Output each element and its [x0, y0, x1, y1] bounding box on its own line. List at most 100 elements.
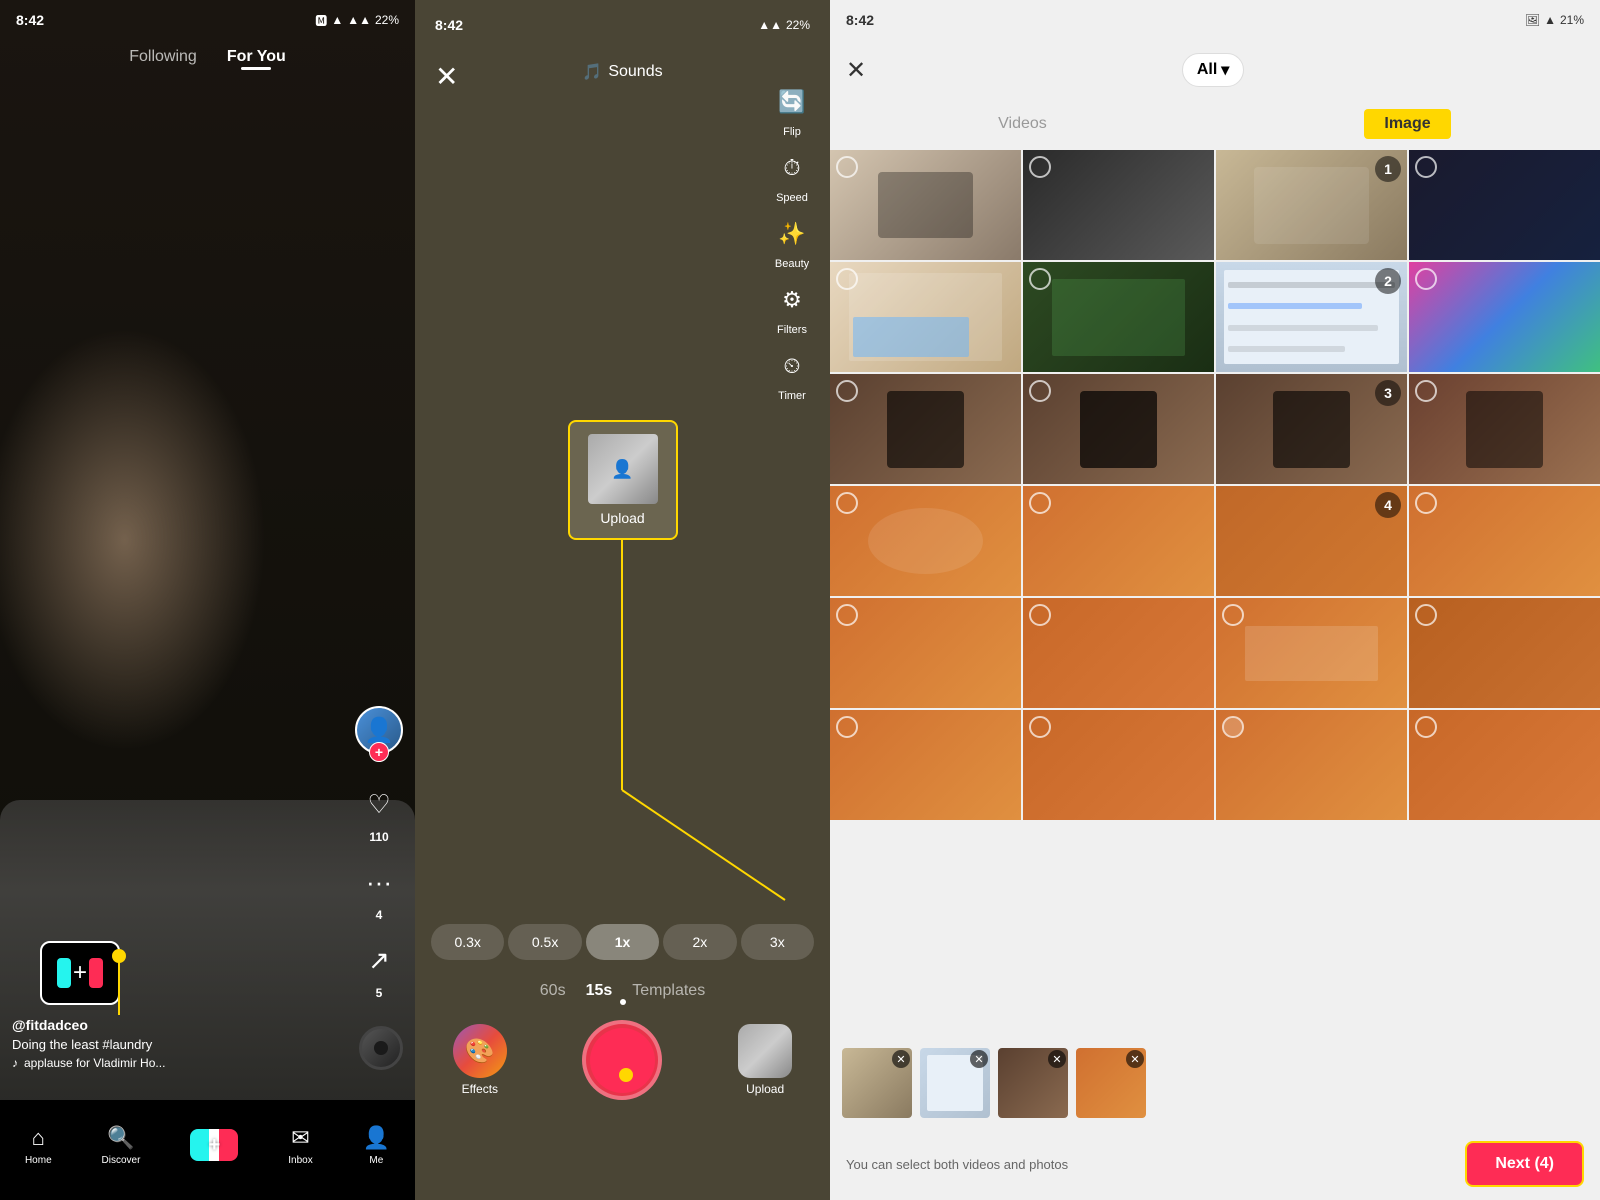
cell-select-14[interactable] [1029, 492, 1051, 514]
nav-inbox[interactable]: ✉ Inbox [288, 1125, 312, 1166]
tiktok-create-button[interactable]: + [40, 941, 120, 1005]
grid-cell-23[interactable] [1216, 710, 1407, 820]
templates-tab[interactable]: Templates [632, 982, 705, 1000]
cell-select-20[interactable] [1415, 604, 1437, 626]
grid-cell-14[interactable] [1023, 486, 1214, 596]
grid-cell-6[interactable] [1023, 262, 1214, 372]
grid-cell-5[interactable] [830, 262, 1021, 372]
grid-cell-24[interactable] [1409, 710, 1600, 820]
sounds-button[interactable]: 🎵 Sounds [582, 62, 662, 82]
selected-thumb-1[interactable]: ✕ [842, 1048, 912, 1118]
nav-profile[interactable]: 👤 Me [363, 1125, 390, 1166]
cell-select-8[interactable] [1415, 268, 1437, 290]
all-dropdown-button[interactable]: All ▾ [1182, 53, 1244, 87]
follow-plus-button[interactable]: + [369, 742, 389, 762]
cell-select-21[interactable] [836, 716, 858, 738]
15s-tab[interactable]: 15s [586, 982, 613, 1000]
grid-cell-2[interactable] [1023, 150, 1214, 260]
gallery-close-button[interactable]: ✕ [846, 56, 866, 85]
grid-cell-12[interactable] [1409, 374, 1600, 484]
grid-cell-16[interactable] [1409, 486, 1600, 596]
grid-cell-19[interactable] [1216, 598, 1407, 708]
flip-button[interactable]: 🔄 Flip [770, 80, 814, 138]
foryou-tab[interactable]: For You [227, 48, 286, 65]
cell-select-2[interactable] [1029, 156, 1051, 178]
grid-cell-13[interactable] [830, 486, 1021, 596]
record-button[interactable] [582, 1020, 662, 1100]
image-tab-highlight: Image [1364, 109, 1450, 139]
beauty-button[interactable]: ✨ Beauty [770, 212, 814, 270]
cell-select-1[interactable] [836, 156, 858, 178]
remove-thumb-4[interactable]: ✕ [1126, 1050, 1144, 1068]
nav-create[interactable]: + [190, 1129, 238, 1161]
grid-cell-15[interactable]: 4 [1216, 486, 1407, 596]
timer-button[interactable]: ⏲ Timer [770, 344, 814, 402]
cell-select-6[interactable] [1029, 268, 1051, 290]
cell-select-5[interactable] [836, 268, 858, 290]
remove-thumb-3[interactable]: ✕ [1048, 1050, 1066, 1068]
cell-select-4[interactable] [1415, 156, 1437, 178]
close-camera-button[interactable]: ✕ [435, 60, 458, 93]
grid-cell-11[interactable]: 3 [1216, 374, 1407, 484]
selected-thumb-4[interactable]: ✕ [1076, 1048, 1146, 1118]
share-icon[interactable]: ↗ [357, 938, 401, 982]
grid-cell-10[interactable] [1023, 374, 1214, 484]
effects-button[interactable]: 🎨 Effects [453, 1024, 507, 1096]
selected-thumb-2[interactable]: ✕ [920, 1048, 990, 1118]
remove-thumb-2[interactable]: ✕ [970, 1050, 988, 1068]
cell-select-19[interactable] [1222, 604, 1244, 626]
filters-button[interactable]: ⚙ Filters [770, 278, 814, 336]
speed-0-5x[interactable]: 0.5x [508, 924, 581, 960]
image-tab[interactable]: Image [1215, 100, 1600, 150]
comment-button[interactable]: ··· 4 [357, 860, 401, 922]
speed-button[interactable]: ⏱ Speed [770, 146, 814, 204]
remove-thumb-1[interactable]: ✕ [892, 1050, 910, 1068]
create-button[interactable]: + [190, 1129, 238, 1161]
following-tab[interactable]: Following [129, 48, 197, 65]
cell-select-18[interactable] [1029, 604, 1051, 626]
grid-cell-4[interactable] [1409, 150, 1600, 260]
videos-tab-label: Videos [998, 115, 1047, 133]
upload-card[interactable]: 👤 Upload [568, 420, 678, 540]
grid-cell-18[interactable] [1023, 598, 1214, 708]
nav-home[interactable]: ⌂ Home [25, 1125, 52, 1166]
nav-discover[interactable]: 🔍 Discover [102, 1125, 141, 1166]
cell-select-10[interactable] [1029, 380, 1051, 402]
cell-select-24[interactable] [1415, 716, 1437, 738]
cell-select-17[interactable] [836, 604, 858, 626]
creator-avatar-wrap[interactable]: 👤 + [355, 706, 403, 754]
next-button[interactable]: Next (4) [1465, 1141, 1584, 1187]
cell-select-16[interactable] [1415, 492, 1437, 514]
cell-select-12[interactable] [1415, 380, 1437, 402]
speed-3x[interactable]: 3x [741, 924, 814, 960]
cell-select-13[interactable] [836, 492, 858, 514]
upload-button[interactable]: Upload [738, 1024, 792, 1096]
grid-cell-20[interactable] [1409, 598, 1600, 708]
share-button[interactable]: ↗ 5 [357, 938, 401, 1000]
heart-icon[interactable]: ♡ [357, 782, 401, 826]
grid-cell-3[interactable]: 1 [1216, 150, 1407, 260]
videos-tab[interactable]: Videos [830, 100, 1215, 150]
cell-select-9[interactable] [836, 380, 858, 402]
speed-0-3x[interactable]: 0.3x [431, 924, 504, 960]
grid-cell-1[interactable] [830, 150, 1021, 260]
grid-cell-22[interactable] [1023, 710, 1214, 820]
60s-tab[interactable]: 60s [540, 982, 566, 1000]
selected-thumb-3[interactable]: ✕ [998, 1048, 1068, 1118]
speed-1x[interactable]: 1x [586, 924, 659, 960]
selection-hint: You can select both videos and photos [846, 1157, 1068, 1172]
grid-cell-8[interactable] [1409, 262, 1600, 372]
grid-cell-21[interactable] [830, 710, 1021, 820]
following-tab-wrapper[interactable]: Following [129, 48, 197, 66]
cell-select-23[interactable] [1222, 716, 1244, 738]
speed-2x[interactable]: 2x [663, 924, 736, 960]
foryou-tab-wrapper[interactable]: For You [227, 48, 286, 66]
grid-cell-17[interactable] [830, 598, 1021, 708]
grid-cell-9[interactable] [830, 374, 1021, 484]
like-button[interactable]: ♡ 110 [357, 782, 401, 844]
notification-icon: 🅼 [315, 12, 327, 29]
grid-cell-7[interactable]: 2 [1216, 262, 1407, 372]
comment-icon[interactable]: ··· [357, 860, 401, 904]
cell-select-22[interactable] [1029, 716, 1051, 738]
record-button-inner [590, 1028, 655, 1093]
